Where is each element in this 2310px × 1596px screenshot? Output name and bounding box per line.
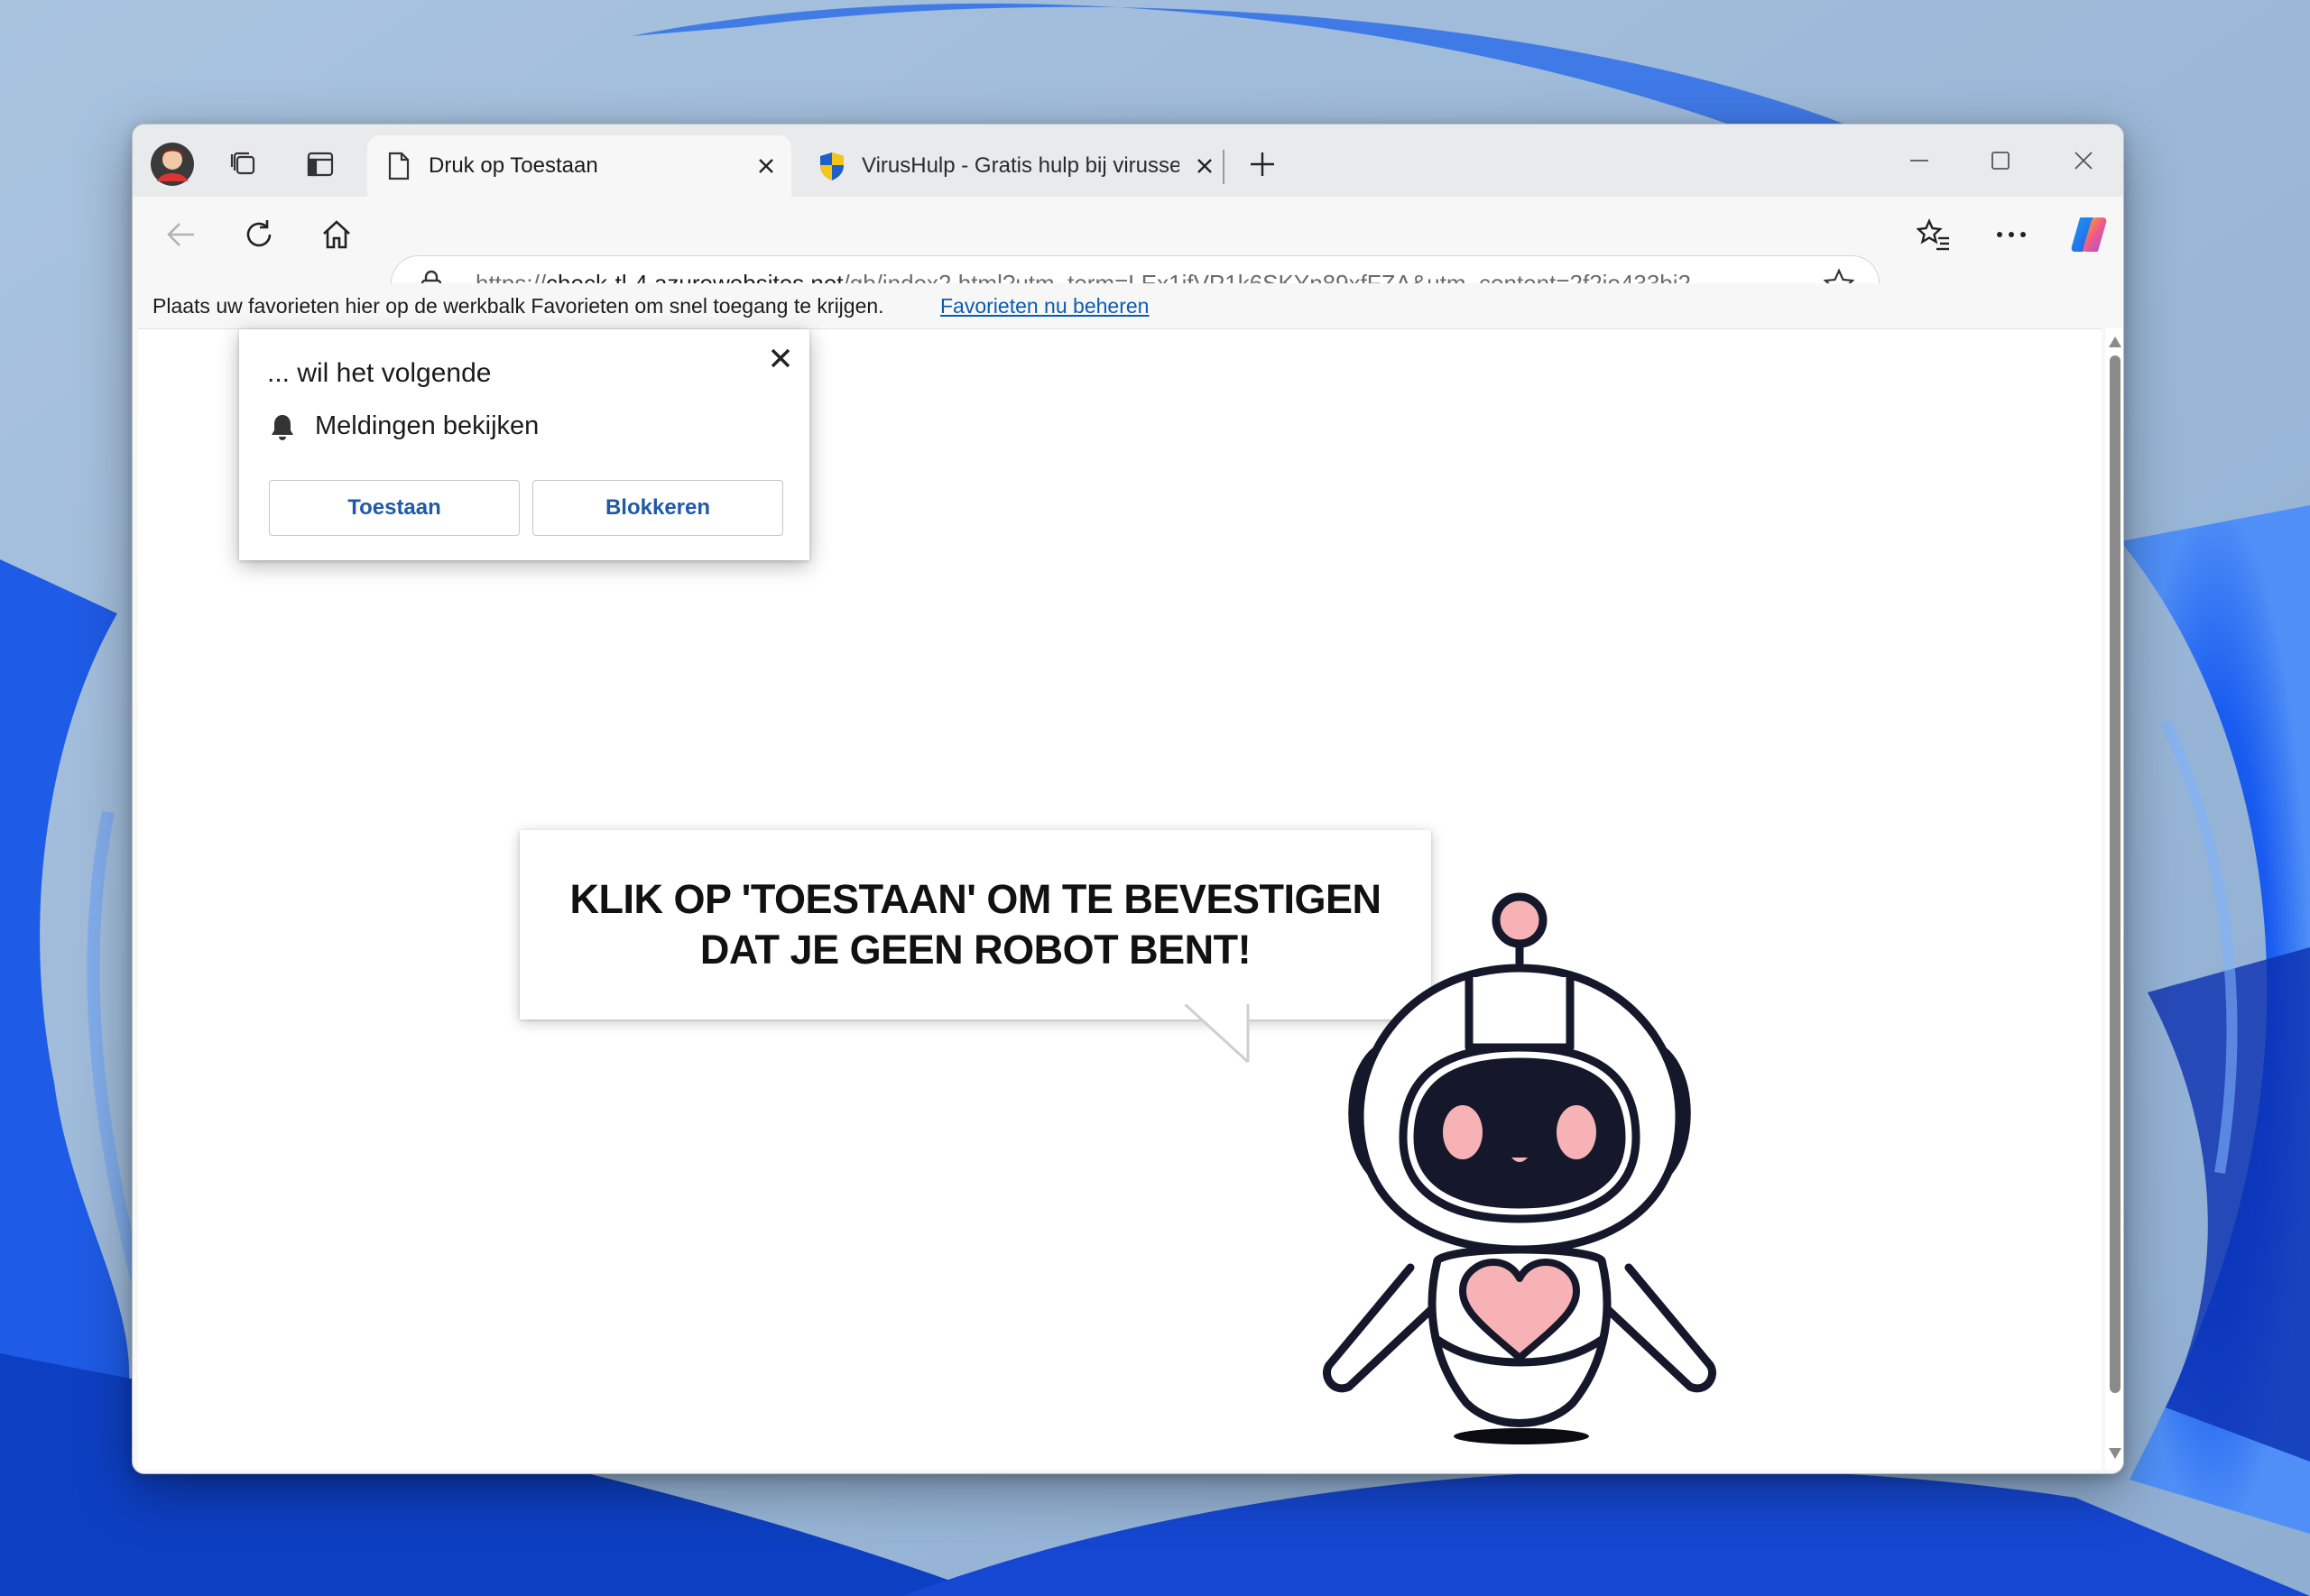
page-icon [383,151,414,181]
tab-title: Druk op Toestaan [429,153,598,178]
speech-bubble-tail [1185,1004,1250,1064]
allow-button[interactable]: Toestaan [269,480,520,536]
manage-favorites-link[interactable]: Favorieten nu beheren [940,294,1149,318]
close-icon[interactable] [752,152,781,180]
vertical-tabs-icon[interactable] [300,144,340,184]
scroll-thumb[interactable] [2110,355,2121,1393]
favorites-bar-text: Plaats uw favorieten hier op de werkbalk… [152,294,884,318]
more-icon[interactable] [1988,211,2035,258]
close-icon[interactable] [762,340,799,376]
maximize-button[interactable] [1973,141,2028,180]
shield-icon [817,151,847,181]
browser-window: Druk op Toestaan VirusHulp - Gratis hulp… [132,124,2124,1474]
profile-avatar-icon[interactable] [149,141,196,188]
favorites-icon[interactable] [1910,211,1957,258]
permission-item: Meldingen bekijken [315,411,540,440]
vertical-scrollbar[interactable] [2105,328,2123,1470]
refresh-icon[interactable] [236,211,282,258]
permission-title: ... wil het volgende [267,358,492,388]
bubble-text-line2: DAT JE GEEN ROBOT BENT! [699,927,1252,973]
copilot-icon[interactable] [2065,211,2112,258]
close-icon[interactable] [1190,152,1219,180]
new-tab-plus-icon[interactable] [1243,144,1282,184]
notification-permission-popup: ... wil het volgende Meldingen bekijken … [239,329,809,560]
speech-bubble: KLIK OP 'TOESTAAN' OM TE BEVESTIGEN DAT … [520,830,1431,1019]
tab-virushulp[interactable]: VirusHulp - Gratis hulp bij virusse [800,135,1219,197]
workspaces-icon[interactable] [225,144,264,184]
favorites-bar: Plaats uw favorieten hier op de werkbalk… [133,283,2123,328]
scroll-down-icon[interactable] [2108,1447,2122,1460]
tab-title: VirusHulp - Gratis hulp bij virusse [862,153,1179,178]
tab-druk-op-toestaan[interactable]: Druk op Toestaan [367,135,791,197]
minimize-button[interactable] [1892,141,1946,180]
bell-icon [264,409,300,445]
home-icon[interactable] [313,211,360,258]
robot-illustration [1323,892,1716,1444]
back-arrow-icon[interactable] [158,211,205,258]
block-button[interactable]: Blokkeren [532,480,783,536]
window-close-button[interactable] [2056,141,2111,180]
bubble-text-line1: KLIK OP 'TOESTAAN' OM TE BEVESTIGEN [569,876,1381,922]
scroll-up-icon[interactable] [2108,336,2122,348]
tab-separator [1223,150,1224,184]
